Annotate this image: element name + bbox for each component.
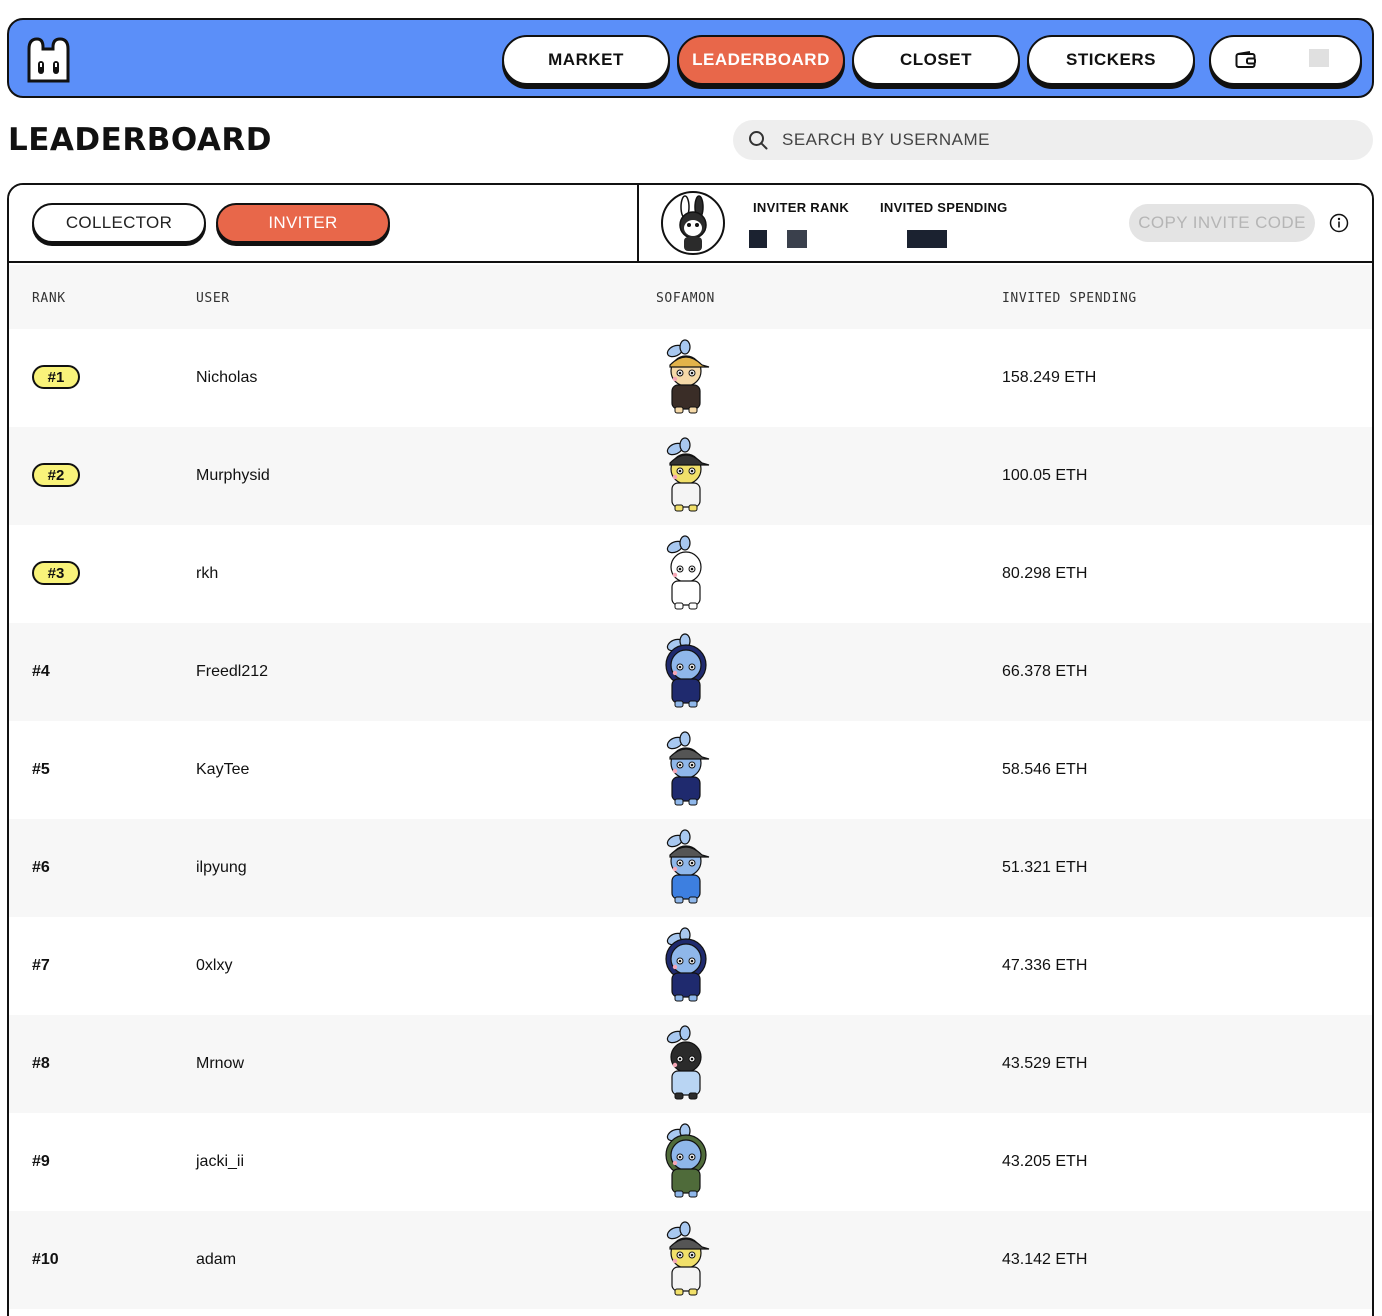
invited-spending-value: 43.142 ETH <box>1002 1251 1088 1268</box>
username[interactable]: Mrnow <box>196 1055 244 1073</box>
rank-badge: #1 <box>32 365 80 389</box>
rank-badge: #3 <box>32 561 80 585</box>
invited-spending-value-redacted <box>907 230 947 248</box>
invited-spending-value: 158.249 ETH <box>1002 369 1097 386</box>
username[interactable]: adam <box>196 1251 236 1269</box>
sofamon-avatar <box>645 1219 727 1301</box>
rank-text: #7 <box>32 957 50 974</box>
header-invited-spending: INVITED SPENDING <box>1002 291 1137 306</box>
panel-divider <box>637 185 639 263</box>
table-row[interactable]: #1 Nicholas 158.249 ETH <box>9 329 1372 427</box>
search-icon <box>748 130 768 150</box>
sofamon-avatar <box>645 827 727 909</box>
panel-header: COLLECTOR INVITER INVITER RANK INVITED S… <box>9 185 1372 263</box>
leaderboard-panel: COLLECTOR INVITER INVITER RANK INVITED S… <box>7 183 1374 1316</box>
username[interactable]: Murphysid <box>196 467 270 485</box>
rank-text: #5 <box>32 761 50 778</box>
username[interactable]: 0xlxy <box>196 957 232 975</box>
info-icon[interactable] <box>1329 213 1349 233</box>
rank-text: #6 <box>32 859 50 876</box>
tab-collector[interactable]: COLLECTOR <box>32 203 206 243</box>
table-row[interactable]: #5 KayTee 58.546 ETH <box>9 721 1372 819</box>
nav-stickers-button[interactable]: STICKERS <box>1027 35 1195 85</box>
tab-inviter[interactable]: INVITER <box>216 203 390 243</box>
header-user: USER <box>196 291 230 306</box>
table-header: RANK USER SOFAMON INVITED SPENDING <box>9 265 1372 329</box>
table-row[interactable]: #6 ilpyung 51.321 ETH <box>9 819 1372 917</box>
wallet-button[interactable] <box>1209 35 1362 85</box>
rank-text: #10 <box>32 1251 59 1268</box>
sofamon-avatar <box>645 925 727 1007</box>
invited-spending-value: 47.336 ETH <box>1002 957 1088 974</box>
table-row[interactable]: #8 Mrnow 43.529 ETH <box>9 1015 1372 1113</box>
table-row[interactable]: #3 rkh 80.298 ETH <box>9 525 1372 623</box>
rank-text: #8 <box>32 1055 50 1072</box>
header-rank: RANK <box>32 291 66 306</box>
wallet-address-redacted <box>1309 49 1329 67</box>
rank-text: #9 <box>32 1153 50 1170</box>
sofamon-avatar <box>645 533 727 615</box>
rank-badge: #2 <box>32 463 80 487</box>
username[interactable]: rkh <box>196 565 218 583</box>
invited-spending-value: 43.205 ETH <box>1002 1153 1088 1170</box>
wallet-icon <box>1235 51 1257 74</box>
nav-closet-button[interactable]: CLOSET <box>852 35 1020 85</box>
table-row[interactable]: #9 jacki_ii 43.205 ETH <box>9 1113 1372 1211</box>
nav-market-button[interactable]: MARKET <box>502 35 670 85</box>
invited-spending-value: 66.378 ETH <box>1002 663 1088 680</box>
leaderboard-table-body: #1 Nicholas 158.249 ETH #2 Murphysid 100.05 E… <box>9 329 1372 1309</box>
username[interactable]: Freedl212 <box>196 663 268 681</box>
invited-spending-value: 43.529 ETH <box>1002 1055 1088 1072</box>
table-row[interactable]: #10 adam 43.142 ETH <box>9 1211 1372 1309</box>
top-navbar: MARKET LEADERBOARD CLOSET STICKERS <box>7 18 1374 98</box>
sofamon-avatar <box>645 729 727 811</box>
header-sofamon: SOFAMON <box>656 291 715 306</box>
table-row[interactable]: #4 Freedl212 66.378 ETH <box>9 623 1372 721</box>
sofamon-avatar <box>645 337 727 419</box>
my-avatar <box>661 191 725 255</box>
username[interactable]: jacki_ii <box>196 1153 244 1171</box>
search-input[interactable] <box>782 130 1342 150</box>
page-title: LEADERBOARD <box>8 122 272 158</box>
copy-invite-code-button[interactable]: COPY INVITE CODE <box>1129 204 1315 242</box>
rank-text: #4 <box>32 663 50 680</box>
username[interactable]: KayTee <box>196 761 249 779</box>
inviter-rank-label: INVITER RANK <box>753 200 850 215</box>
invited-spending-value: 58.546 ETH <box>1002 761 1088 778</box>
invited-spending-value: 100.05 ETH <box>1002 467 1088 484</box>
username[interactable]: ilpyung <box>196 859 247 877</box>
sofamon-avatar <box>645 435 727 517</box>
nav-leaderboard-button[interactable]: LEADERBOARD <box>677 35 845 85</box>
inviter-rank-value-redacted <box>787 230 807 248</box>
sofamon-avatar <box>645 1023 727 1105</box>
invited-spending-value: 51.321 ETH <box>1002 859 1088 876</box>
sofamon-logo-icon[interactable] <box>23 35 75 85</box>
sofamon-avatar <box>645 631 727 713</box>
table-row[interactable]: #7 0xlxy 47.336 ETH <box>9 917 1372 1015</box>
table-row[interactable]: #2 Murphysid 100.05 ETH <box>9 427 1372 525</box>
inviter-rank-value-redacted <box>749 230 767 248</box>
search-bar[interactable] <box>733 120 1373 160</box>
invited-spending-value: 80.298 ETH <box>1002 565 1088 582</box>
sofamon-avatar <box>645 1121 727 1203</box>
username[interactable]: Nicholas <box>196 369 257 387</box>
invited-spending-label: INVITED SPENDING <box>880 200 1008 215</box>
